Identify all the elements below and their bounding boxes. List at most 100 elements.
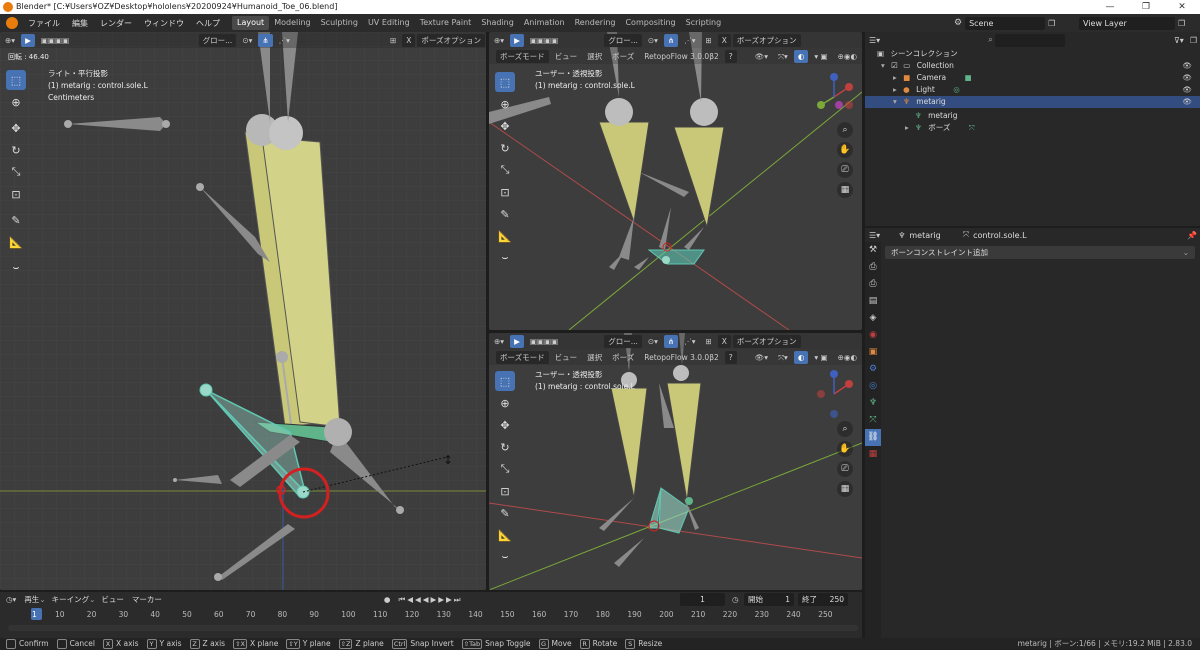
top-right-viewport[interactable]: ⊕▾ ▶ ▣▣▣▣ グロー... ⊙▾ ⋔ ⋰▾ ⊞ X ボーズオプション ボー… (489, 32, 862, 330)
gizmo-icon[interactable]: ⤧▾ (774, 351, 792, 364)
select-tool-icon[interactable]: ⬚ (495, 371, 515, 391)
current-frame-field[interactable]: 1 (680, 593, 725, 606)
menu-edit[interactable]: 編集 (66, 18, 94, 29)
zoom-icon[interactable]: ⌕ (837, 421, 853, 437)
playback-controls-icon[interactable]: ⏮◀◀◀▶▶▶⏭ (398, 595, 462, 605)
annotate-tool-icon[interactable]: ✎ (6, 210, 26, 230)
scale-tool-icon[interactable]: ⤡ (6, 162, 26, 182)
select-tool-icon[interactable]: ⬚ (495, 72, 515, 92)
bone-constraint-tab-icon[interactable]: ⛓ (865, 429, 881, 446)
pivot-icon[interactable]: ⊙▾ (644, 335, 662, 348)
view-menu[interactable]: ビュー (101, 594, 124, 605)
pose-options-dropdown[interactable]: ポーズオプション (417, 33, 485, 47)
overlay-icon[interactable]: ◐ (793, 350, 809, 364)
editor-type-icon[interactable]: ⊕▾ (1, 34, 19, 47)
relax-tool-icon[interactable]: ⌣ (495, 248, 515, 268)
move-tool-icon[interactable]: ✥ (6, 118, 26, 138)
snap-icon[interactable]: ⋔ (663, 334, 679, 348)
select-menu[interactable]: 選択 (583, 50, 606, 63)
navigation-gizmo[interactable] (809, 369, 859, 419)
select-box-icons[interactable]: ▣▣▣▣ (526, 335, 562, 348)
menu-file[interactable]: ファイル (22, 18, 66, 29)
marker-menu[interactable]: マーカー (132, 594, 162, 605)
mirror-x-button[interactable]: X (402, 33, 416, 47)
snap-icon[interactable]: ⋔ (663, 33, 679, 47)
transform-tool-icon[interactable]: ⊡ (495, 182, 515, 202)
outliner-row-pose[interactable]: ▸ ♆ ボーズ ⤧ (865, 122, 1200, 134)
outliner-row-metarig-data[interactable]: ♆ metarig (865, 110, 1200, 122)
mirror-icon[interactable]: ⊞ (701, 335, 715, 348)
pose-options-dropdown[interactable]: ボーズオプション (732, 334, 801, 348)
pose-options-dropdown[interactable]: ボーズオプション (732, 33, 801, 47)
collection-checkbox-icon[interactable]: ☑ (891, 61, 898, 70)
properties-editor-icon[interactable]: ☰▾ (869, 231, 880, 240)
camera-view-icon[interactable]: ⎚ (837, 461, 853, 477)
pivot-icon[interactable]: ⊙▾ (238, 34, 256, 47)
outliner-row-collection[interactable]: ▾ ☑ ▭ Collection 👁 (865, 60, 1200, 72)
select-mode-icon[interactable]: ▶ (510, 33, 524, 47)
frame-ruler[interactable]: 1 10 20 30 40 50 60 70 80 90 100 110 120 130 140 150 160… (0, 608, 862, 622)
tab-shading[interactable]: Shading (476, 16, 519, 30)
camera-data-icon[interactable]: ■ (964, 73, 971, 82)
timeline-editor-icon[interactable]: ◷▾ (6, 595, 16, 604)
cursor-tool-icon[interactable]: ⊕ (495, 393, 515, 413)
clock-icon[interactable]: ◷ (732, 595, 739, 604)
outliner-row-metarig[interactable]: ▾ ♆ metarig 👁 (865, 96, 1200, 108)
measure-tool-icon[interactable]: 📐 (495, 525, 515, 545)
relax-tool-icon[interactable]: ⌣ (495, 547, 515, 567)
pivot-icon[interactable]: ⊙▾ (644, 34, 662, 47)
cursor-tool-icon[interactable]: ⊕ (6, 92, 26, 112)
scale-tool-icon[interactable]: ⤡ (495, 459, 515, 479)
physics-tab-icon[interactable]: ◎ (865, 378, 881, 395)
select-tool-icon[interactable]: ⬚ (6, 70, 26, 90)
tab-uv-editing[interactable]: UV Editing (363, 16, 415, 30)
ortho-grid-icon[interactable]: ▦ (837, 481, 853, 497)
add-bone-constraint-dropdown[interactable]: ボーンコンストレイント追加 ⌄ (885, 246, 1195, 259)
tab-animation[interactable]: Animation (519, 16, 570, 30)
light-data-icon[interactable]: ◎ (953, 85, 960, 94)
help-button[interactable]: ? (724, 350, 737, 364)
pin-icon[interactable]: 📌 (1187, 231, 1197, 240)
scene-icon[interactable]: ⚙ (954, 18, 962, 28)
pan-hand-icon[interactable]: ✋ (837, 441, 853, 457)
mirror-x-button[interactable]: X (717, 33, 731, 47)
tab-rendering[interactable]: Rendering (570, 16, 621, 30)
move-tool-icon[interactable]: ✥ (495, 415, 515, 435)
transform-tool-icon[interactable]: ⊡ (495, 481, 515, 501)
eye-icon[interactable]: 👁 (1182, 72, 1192, 84)
tab-compositing[interactable]: Compositing (620, 16, 680, 30)
mirror-icon[interactable]: ⊞ (701, 34, 715, 47)
outliner-search-input[interactable] (994, 33, 1065, 47)
annotate-tool-icon[interactable]: ✎ (495, 204, 515, 224)
menu-window[interactable]: ウィンドウ (138, 18, 190, 29)
outliner-editor-icon[interactable]: ☰▾ (869, 36, 880, 45)
select-mode-icon[interactable]: ▶ (21, 33, 35, 47)
eye-icon[interactable]: 👁 (1182, 96, 1192, 108)
filter-icon[interactable]: ⊽▾ (1174, 36, 1184, 45)
pose-menu[interactable]: ポーズ (608, 50, 638, 63)
timeline-scrollbar[interactable] (8, 625, 858, 631)
camera-view-icon[interactable]: ⎚ (837, 162, 853, 178)
minimize-button[interactable]: — (1092, 0, 1128, 14)
outliner-row-light[interactable]: ▸ ● Light ◎ 👁 (865, 84, 1200, 96)
xray-icon[interactable]: ▾ ▣ (810, 50, 831, 63)
end-frame-field[interactable]: 終了 250 (798, 593, 848, 606)
output-tab-icon[interactable]: ⎙ (865, 276, 881, 293)
blender-menu-icon[interactable] (6, 17, 18, 29)
xray-icon[interactable]: ▾ ▣ (810, 351, 831, 364)
ortho-grid-icon[interactable]: ▦ (837, 182, 853, 198)
select-box-icons[interactable]: ▣▣▣▣ (526, 34, 562, 47)
select-box-icons[interactable]: ▣▣▣▣ (37, 34, 73, 47)
rotate-tool-icon[interactable]: ↻ (6, 140, 26, 160)
proportional-edit-icon[interactable]: ⋰▾ (275, 34, 294, 47)
scale-tool-icon[interactable]: ⤡ (495, 160, 515, 180)
view-layer-field[interactable]: View Layer (1079, 16, 1175, 30)
left-viewport[interactable]: ↕ ⊕▾ ▶ ▣▣▣▣ グロー... ⊙▾ ⋔ ⋰▾ ⊞ X ポーズオプション … (0, 32, 486, 590)
view-menu[interactable]: ビュー (551, 50, 582, 63)
close-button[interactable]: ✕ (1164, 0, 1200, 14)
view-layer-tab-icon[interactable]: ▤ (865, 293, 881, 310)
texture-tab-icon[interactable]: ▦ (865, 446, 881, 463)
visibility-icon[interactable]: 👁▾ (751, 50, 772, 63)
zoom-icon[interactable]: ⌕ (837, 122, 853, 138)
outliner-row-scene-collection[interactable]: ▣ シーンコレクション (865, 48, 1200, 60)
